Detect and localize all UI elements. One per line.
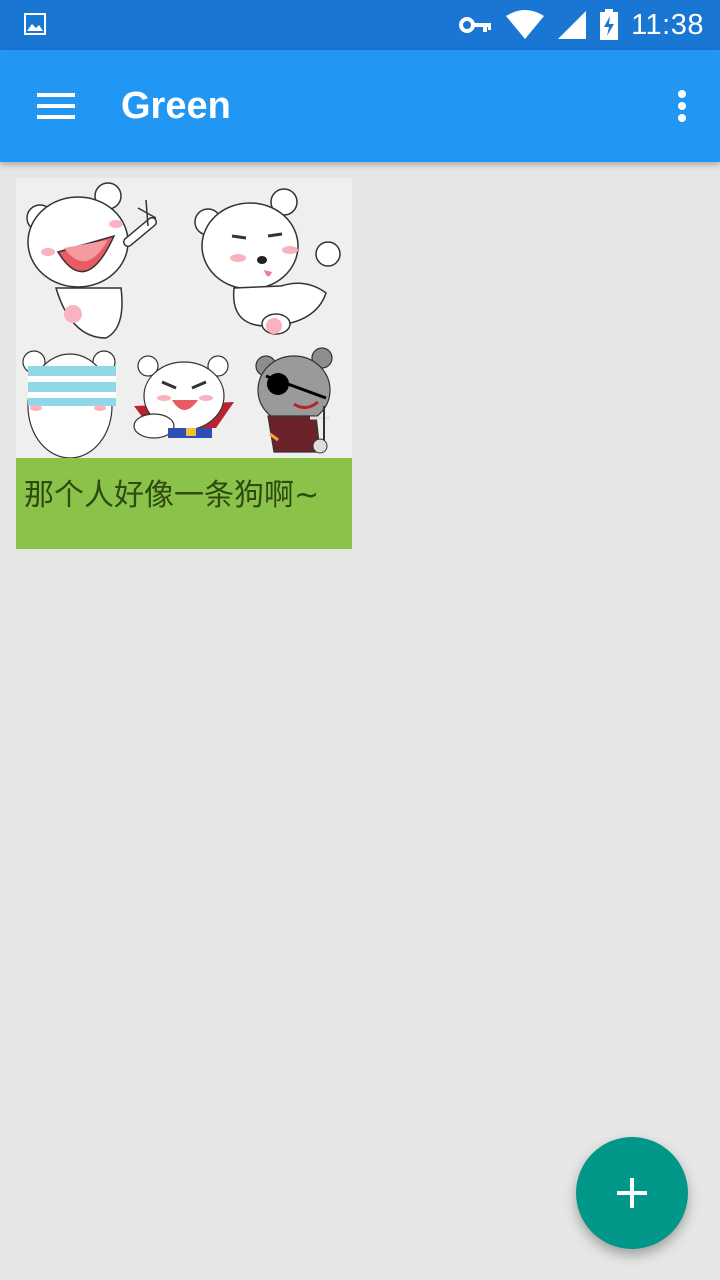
add-icon	[617, 1178, 647, 1208]
vpn-key-icon	[459, 17, 492, 33]
note-caption: 那个人好像一条狗啊~	[24, 478, 320, 513]
status-time: 11:38	[631, 8, 704, 41]
menu-icon	[37, 93, 75, 119]
status-bar: 11:38	[0, 0, 720, 50]
more-vert-icon	[678, 90, 686, 122]
add-note-button[interactable]	[576, 1137, 688, 1249]
sticker-collage-image	[16, 178, 352, 458]
note-card[interactable]: 那个人好像一条狗啊~	[16, 178, 352, 549]
navigation-menu-button[interactable]	[24, 78, 88, 134]
overflow-menu-button[interactable]	[662, 78, 702, 134]
signal-icon	[558, 11, 587, 39]
page-title: Green	[121, 85, 231, 127]
wifi-icon	[506, 10, 545, 39]
app-bar: Green	[0, 50, 720, 162]
gallery-notification-icon	[24, 13, 46, 35]
battery-charging-icon	[600, 9, 619, 40]
